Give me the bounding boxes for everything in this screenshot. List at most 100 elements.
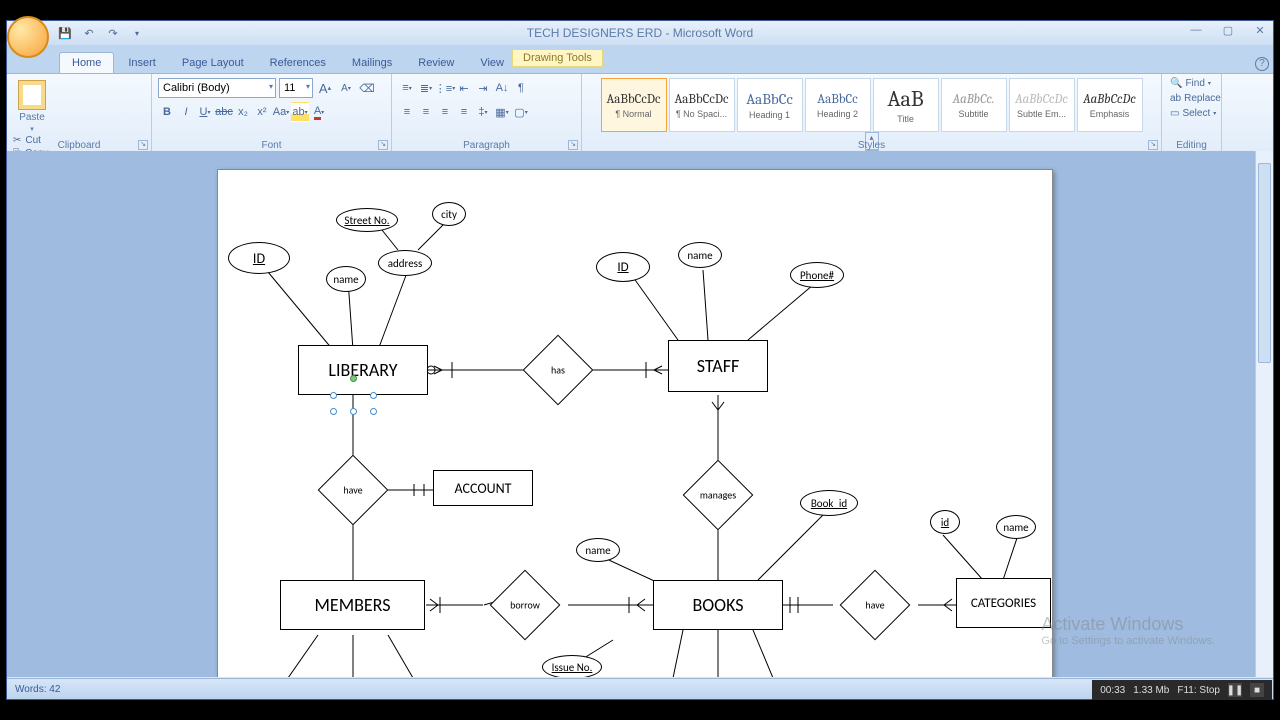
page[interactable]: ID name address Street No. city LIBERARY… xyxy=(217,169,1053,677)
attr-book-id[interactable]: Book_id xyxy=(800,490,858,516)
attr-street-no[interactable]: Street No. xyxy=(336,208,398,232)
tab-page-layout[interactable]: Page Layout xyxy=(170,53,256,73)
close-button[interactable]: ✕ xyxy=(1251,23,1269,37)
style-no-spacing[interactable]: AaBbCcDc¶ No Spaci... xyxy=(669,78,735,132)
strikethrough-button[interactable]: abc xyxy=(215,102,233,122)
resize-handle[interactable] xyxy=(330,392,337,399)
maximize-button[interactable]: ▢ xyxy=(1219,23,1237,37)
tab-view[interactable]: View xyxy=(468,53,516,73)
scroll-thumb[interactable] xyxy=(1258,163,1271,363)
office-button[interactable] xyxy=(7,16,49,58)
selection-handles[interactable] xyxy=(333,380,373,420)
entity-categories[interactable]: CATEGORIES xyxy=(956,578,1051,628)
align-center-button[interactable]: ≡ xyxy=(417,102,435,122)
rel-borrow[interactable]: borrow xyxy=(500,580,550,630)
tab-mailings[interactable]: Mailings xyxy=(340,53,404,73)
resize-handle[interactable] xyxy=(370,408,377,415)
entity-books[interactable]: BOOKS xyxy=(653,580,783,630)
font-color-button[interactable]: A▾ xyxy=(310,102,328,122)
document-area[interactable]: ID name address Street No. city LIBERARY… xyxy=(7,151,1255,677)
attr-city[interactable]: city xyxy=(432,202,466,226)
resize-handle[interactable] xyxy=(330,408,337,415)
tab-references[interactable]: References xyxy=(258,53,338,73)
minimize-button[interactable]: — xyxy=(1187,23,1205,37)
bold-button[interactable]: B xyxy=(158,102,176,122)
borders-button[interactable]: ▢▾ xyxy=(512,102,530,122)
chevron-down-icon[interactable]: ▾ xyxy=(30,125,34,133)
style-title[interactable]: AaBTitle xyxy=(873,78,939,132)
attr-staff-name[interactable]: name xyxy=(678,242,722,268)
font-size-combo[interactable]: 11▾ xyxy=(279,78,313,98)
decrease-indent-button[interactable]: ⇤ xyxy=(455,78,473,98)
find-button[interactable]: 🔍Find▾ xyxy=(1168,76,1215,91)
increase-indent-button[interactable]: ⇥ xyxy=(474,78,492,98)
entity-staff[interactable]: STAFF xyxy=(668,340,768,392)
select-button[interactable]: ▭Select▾ xyxy=(1168,106,1215,121)
tab-review[interactable]: Review xyxy=(406,53,466,73)
underline-button[interactable]: U▾ xyxy=(196,102,214,122)
style-heading1[interactable]: AaBbCcHeading 1 xyxy=(737,78,803,132)
dialog-launcher-icon[interactable]: ↘ xyxy=(378,140,388,150)
chevron-down-icon[interactable]: ▾ xyxy=(306,82,310,91)
rel-manages[interactable]: manages xyxy=(693,470,743,520)
multilevel-button[interactable]: ⋮≡▾ xyxy=(436,78,454,98)
show-marks-button[interactable]: ¶ xyxy=(512,78,530,98)
attr-library-address[interactable]: address xyxy=(378,250,432,276)
tab-home[interactable]: Home xyxy=(59,52,114,73)
rotate-handle[interactable] xyxy=(350,375,357,382)
rel-have[interactable]: have xyxy=(328,465,378,515)
sort-button[interactable]: A↓ xyxy=(493,78,511,98)
style-emphasis[interactable]: AaBbCcDcEmphasis xyxy=(1077,78,1143,132)
help-icon[interactable]: ? xyxy=(1255,57,1269,71)
attr-cat-id[interactable]: id xyxy=(930,510,960,534)
attr-issue-no[interactable]: Issue No. xyxy=(542,655,602,677)
rel-have-cat[interactable]: have xyxy=(850,580,900,630)
subscript-button[interactable]: x₂ xyxy=(234,102,252,122)
shading-button[interactable]: ▦▾ xyxy=(493,102,511,122)
style-subtle-emphasis[interactable]: AaBbCcDcSubtle Em... xyxy=(1009,78,1075,132)
change-case-button[interactable]: Aa▾ xyxy=(272,102,290,122)
paste-button[interactable]: Paste ▾ xyxy=(13,76,51,133)
dialog-launcher-icon[interactable]: ↘ xyxy=(568,140,578,150)
stop-icon[interactable]: ■ xyxy=(1250,683,1264,697)
font-name-combo[interactable]: Calibri (Body)▾ xyxy=(158,78,276,98)
style-subtitle[interactable]: AaBbCc.Subtitle xyxy=(941,78,1007,132)
dialog-launcher-icon[interactable]: ↘ xyxy=(138,140,148,150)
attr-staff-id[interactable]: ID xyxy=(596,252,650,282)
superscript-button[interactable]: x² xyxy=(253,102,271,122)
shrink-font-button[interactable]: A▾ xyxy=(337,78,355,98)
highlight-button[interactable]: ab▾ xyxy=(291,102,309,122)
attr-book-name[interactable]: name xyxy=(576,538,620,562)
redo-icon[interactable]: ↷ xyxy=(105,25,121,41)
entity-account[interactable]: ACCOUNT xyxy=(433,470,533,506)
rel-has[interactable]: has xyxy=(533,345,583,395)
justify-button[interactable]: ≡ xyxy=(455,102,473,122)
resize-handle[interactable] xyxy=(350,408,357,415)
clear-formatting-button[interactable]: ⌫ xyxy=(358,78,376,98)
entity-members[interactable]: MEMBERS xyxy=(280,580,425,630)
style-normal[interactable]: AaBbCcDc¶ Normal xyxy=(601,78,667,132)
dialog-launcher-icon[interactable]: ↘ xyxy=(1148,140,1158,150)
tab-insert[interactable]: Insert xyxy=(116,53,168,73)
bullets-button[interactable]: ≡▾ xyxy=(398,78,416,98)
attr-phone[interactable]: Phone# xyxy=(790,262,844,288)
align-right-button[interactable]: ≡ xyxy=(436,102,454,122)
pause-icon[interactable]: ❚❚ xyxy=(1228,683,1242,697)
style-heading2[interactable]: AaBbCcHeading 2 xyxy=(805,78,871,132)
chevron-down-icon[interactable]: ▾ xyxy=(269,82,273,91)
vertical-scrollbar[interactable] xyxy=(1255,151,1273,677)
grow-font-button[interactable]: A▴ xyxy=(316,78,334,98)
align-left-button[interactable]: ≡ xyxy=(398,102,416,122)
line-spacing-button[interactable]: ‡▾ xyxy=(474,102,492,122)
resize-handle[interactable] xyxy=(370,392,377,399)
replace-button[interactable]: abReplace xyxy=(1168,91,1215,106)
attr-library-id[interactable]: ID xyxy=(228,242,290,274)
qat-customize-icon[interactable]: ▾ xyxy=(129,25,145,41)
attr-cat-name[interactable]: name xyxy=(996,515,1036,539)
undo-icon[interactable]: ↶ xyxy=(81,25,97,41)
save-icon[interactable]: 💾 xyxy=(57,25,73,41)
attr-library-name[interactable]: name xyxy=(326,266,366,292)
italic-button[interactable]: I xyxy=(177,102,195,122)
numbering-button[interactable]: ≣▾ xyxy=(417,78,435,98)
word-count[interactable]: Words: 42 xyxy=(15,684,60,695)
